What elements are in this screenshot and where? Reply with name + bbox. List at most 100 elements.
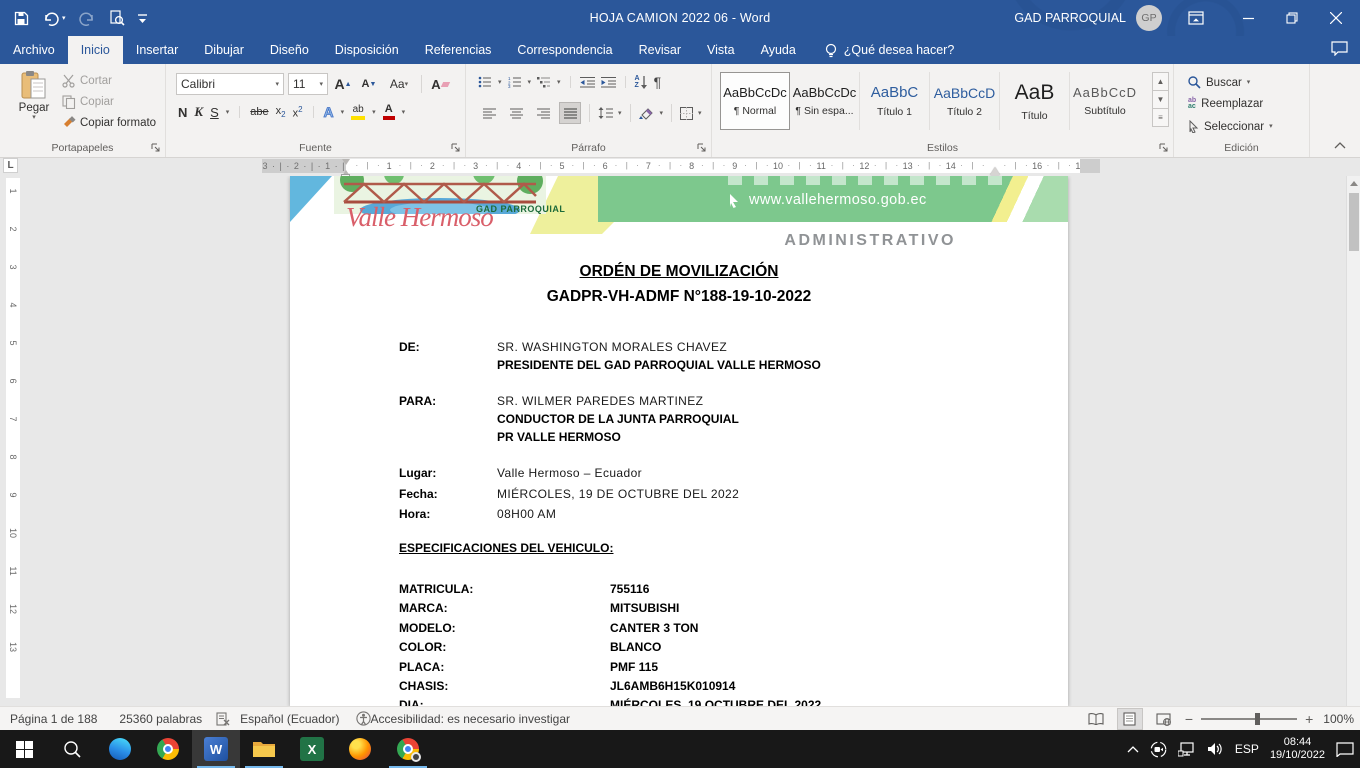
tray-clock[interactable]: 08:44 19/10/2022	[1270, 736, 1325, 762]
select-caret[interactable]: ▾	[1269, 123, 1273, 130]
print-layout-button[interactable]	[1117, 708, 1143, 730]
numbering-button[interactable]: 123	[508, 76, 522, 88]
shading-button[interactable]	[639, 107, 655, 120]
comments-icon[interactable]	[1331, 41, 1348, 56]
action-center-icon[interactable]	[1336, 742, 1354, 757]
font-color-caret[interactable]: ▾	[402, 109, 406, 116]
undo-button[interactable]: ▾	[42, 11, 66, 26]
start-button[interactable]	[0, 730, 48, 768]
proofing-errors-icon[interactable]	[216, 712, 230, 726]
show-marks-button[interactable]: ¶	[654, 74, 662, 90]
font-color-button[interactable]: A	[383, 104, 395, 120]
tray-show-hidden-icons[interactable]	[1127, 746, 1139, 753]
subscript-button[interactable]: x2	[276, 105, 286, 119]
borders-button[interactable]	[680, 107, 693, 120]
style-subtitle[interactable]: AaBbCcDSubtítulo	[1070, 72, 1140, 130]
cut-button[interactable]: Cortar	[62, 74, 112, 88]
print-preview-button[interactable]	[109, 10, 125, 26]
styles-scroll-up[interactable]: ▲	[1152, 72, 1169, 91]
right-indent-marker[interactable]	[990, 162, 1000, 175]
read-mode-button[interactable]	[1083, 708, 1109, 730]
paste-dropdown-caret[interactable]: ▾	[10, 114, 58, 121]
underline-button[interactable]: S	[210, 105, 219, 120]
increase-indent-button[interactable]	[601, 76, 616, 88]
tab-disposicion[interactable]: Disposición	[322, 36, 412, 64]
underline-caret[interactable]: ▾	[226, 109, 230, 116]
numbering-caret[interactable]: ▾	[528, 79, 532, 86]
shrink-font-button[interactable]: A▼	[358, 73, 380, 95]
superscript-button[interactable]: x2	[293, 105, 303, 120]
align-left-button[interactable]	[478, 102, 500, 124]
style-heading1[interactable]: AaBbCTítulo 1	[860, 72, 930, 130]
align-center-button[interactable]	[505, 102, 527, 124]
language-indicator[interactable]: Español (Ecuador)	[240, 712, 339, 726]
word-count[interactable]: 25360 palabras	[119, 712, 202, 726]
bullets-button[interactable]	[478, 76, 492, 88]
change-case-button[interactable]: Aa▾	[384, 73, 414, 95]
styles-scroll-down[interactable]: ▼	[1152, 90, 1169, 109]
select-button[interactable]: Seleccionar▾	[1188, 120, 1273, 133]
style-title[interactable]: AaBTítulo	[1000, 72, 1070, 130]
tell-me-box[interactable]: ¿Qué desea hacer?	[825, 36, 955, 64]
meet-now-icon[interactable]	[1150, 741, 1167, 758]
tab-archivo[interactable]: Archivo	[0, 36, 68, 64]
taskbar-chrome-icon[interactable]	[144, 730, 192, 768]
v-ruler[interactable]: 12345678910111213	[6, 178, 20, 698]
minimize-button[interactable]	[1232, 0, 1264, 36]
font-size-combo[interactable]: 11▾	[288, 73, 328, 95]
account-avatar[interactable]: GP	[1136, 5, 1162, 31]
paragraph-dialog-launcher[interactable]	[697, 143, 707, 153]
font-family-combo[interactable]: Calibri▾	[176, 73, 284, 95]
highlight-caret[interactable]: ▾	[372, 109, 376, 116]
tab-insertar[interactable]: Insertar	[123, 36, 191, 64]
clear-formatting-button[interactable]: A	[429, 73, 451, 95]
tab-diseno[interactable]: Diseño	[257, 36, 322, 64]
borders-caret[interactable]: ▾	[698, 110, 702, 117]
ribbon-display-options-button[interactable]	[1180, 0, 1212, 36]
line-spacing-button[interactable]	[598, 107, 613, 119]
close-button[interactable]	[1320, 0, 1352, 36]
horizontal-ruler[interactable]: 3 · | · 2 · | · 1 · | · 1234567891011121…	[262, 159, 1100, 173]
vertical-scrollbar[interactable]	[1346, 176, 1360, 706]
style-normal[interactable]: AaBbCcDc¶ Normal	[720, 72, 790, 130]
tab-referencias[interactable]: Referencias	[412, 36, 505, 64]
tab-ayuda[interactable]: Ayuda	[748, 36, 809, 64]
scrollbar-thumb[interactable]	[1349, 193, 1359, 251]
text-effects-caret[interactable]: ▾	[341, 109, 345, 116]
zoom-slider[interactable]	[1201, 718, 1297, 720]
font-dialog-launcher[interactable]	[451, 143, 461, 153]
shading-caret[interactable]: ▾	[660, 110, 664, 117]
customize-qat-button[interactable]	[138, 12, 147, 24]
zoom-slider-thumb[interactable]	[1255, 713, 1260, 725]
taskbar-chrome-profile-icon[interactable]	[384, 730, 432, 768]
tab-dibujar[interactable]: Dibujar	[191, 36, 257, 64]
tab-correspondencia[interactable]: Correspondencia	[504, 36, 625, 64]
zoom-percent[interactable]: 100%	[1323, 712, 1354, 726]
volume-icon[interactable]	[1207, 742, 1224, 756]
strikethrough-button[interactable]: abe	[250, 106, 268, 118]
tray-language[interactable]: ESP	[1235, 742, 1259, 756]
style-heading2[interactable]: AaBbCcDTítulo 2	[930, 72, 1000, 130]
zoom-out-button[interactable]: −	[1185, 711, 1193, 727]
web-layout-button[interactable]	[1151, 708, 1177, 730]
tab-inicio[interactable]: Inicio	[68, 36, 123, 64]
replace-button[interactable]: abac Reemplazar	[1188, 98, 1263, 110]
sort-button[interactable]: AZ	[635, 75, 648, 89]
taskbar-search-button[interactable]	[48, 730, 96, 768]
italic-button[interactable]: K	[194, 104, 203, 120]
network-icon[interactable]	[1178, 742, 1196, 757]
align-right-button[interactable]	[532, 102, 554, 124]
find-caret[interactable]: ▾	[1247, 79, 1251, 86]
document-page[interactable]: Valle Hermoso GAD PARROQUIAL www.vallehe…	[290, 176, 1068, 706]
accessibility-status[interactable]: Accesibilidad: es necesario investigar	[371, 712, 570, 726]
save-button[interactable]	[14, 11, 29, 26]
paste-button[interactable]: Pegar ▾	[10, 70, 58, 121]
style-no-spacing[interactable]: AaBbCcDc¶ Sin espa...	[790, 72, 860, 130]
grow-font-button[interactable]: A▲	[332, 73, 354, 95]
restore-button[interactable]	[1276, 0, 1308, 36]
multilevel-caret[interactable]: ▾	[557, 79, 561, 86]
taskbar-edge-icon[interactable]	[96, 730, 144, 768]
tab-vista[interactable]: Vista	[694, 36, 748, 64]
tab-stop-selector[interactable]: L	[3, 158, 18, 173]
account-name[interactable]: GAD PARROQUIAL	[1014, 0, 1126, 36]
